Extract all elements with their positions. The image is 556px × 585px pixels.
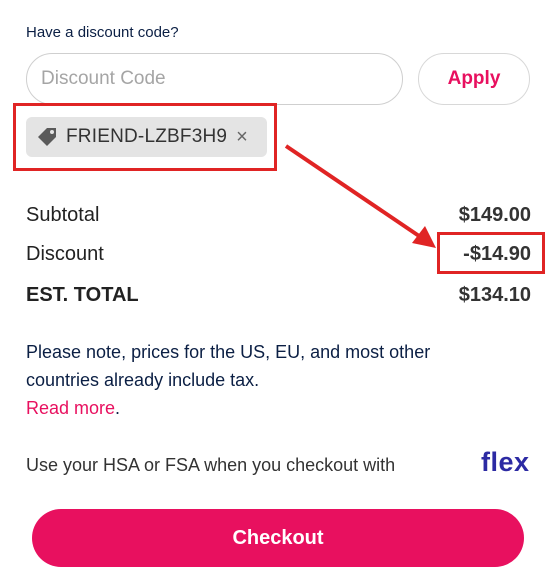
cart-summary-panel: Have a discount code? Apply FRIEND-LZBF3… — [0, 0, 556, 585]
annotation-box-code — [13, 103, 277, 171]
total-value: $134.10 — [458, 284, 531, 306]
subtotal-label: Subtotal — [26, 204, 100, 226]
discount-label: Discount — [26, 243, 104, 265]
subtotal-value: $149.00 — [458, 204, 531, 226]
annotation-box-discount — [437, 232, 545, 274]
tax-note-period: . — [115, 398, 121, 418]
apply-button[interactable]: Apply — [418, 53, 530, 105]
discount-prompt: Have a discount code? — [26, 24, 179, 41]
hsa-fsa-text: Use your HSA or FSA when you checkout wi… — [26, 455, 396, 475]
total-row: EST. TOTAL $134.10 — [26, 284, 531, 307]
flex-logo: flex — [481, 447, 530, 477]
discount-code-input[interactable] — [26, 53, 403, 105]
tax-note: Please note, prices for the US, EU, and … — [26, 338, 506, 422]
tax-note-text: Please note, prices for the US, EU, and … — [26, 342, 431, 390]
read-more-link[interactable]: Read more — [26, 398, 115, 418]
total-label: EST. TOTAL — [26, 284, 139, 306]
checkout-button[interactable]: Checkout — [32, 509, 524, 567]
subtotal-row: Subtotal $149.00 — [26, 204, 531, 227]
